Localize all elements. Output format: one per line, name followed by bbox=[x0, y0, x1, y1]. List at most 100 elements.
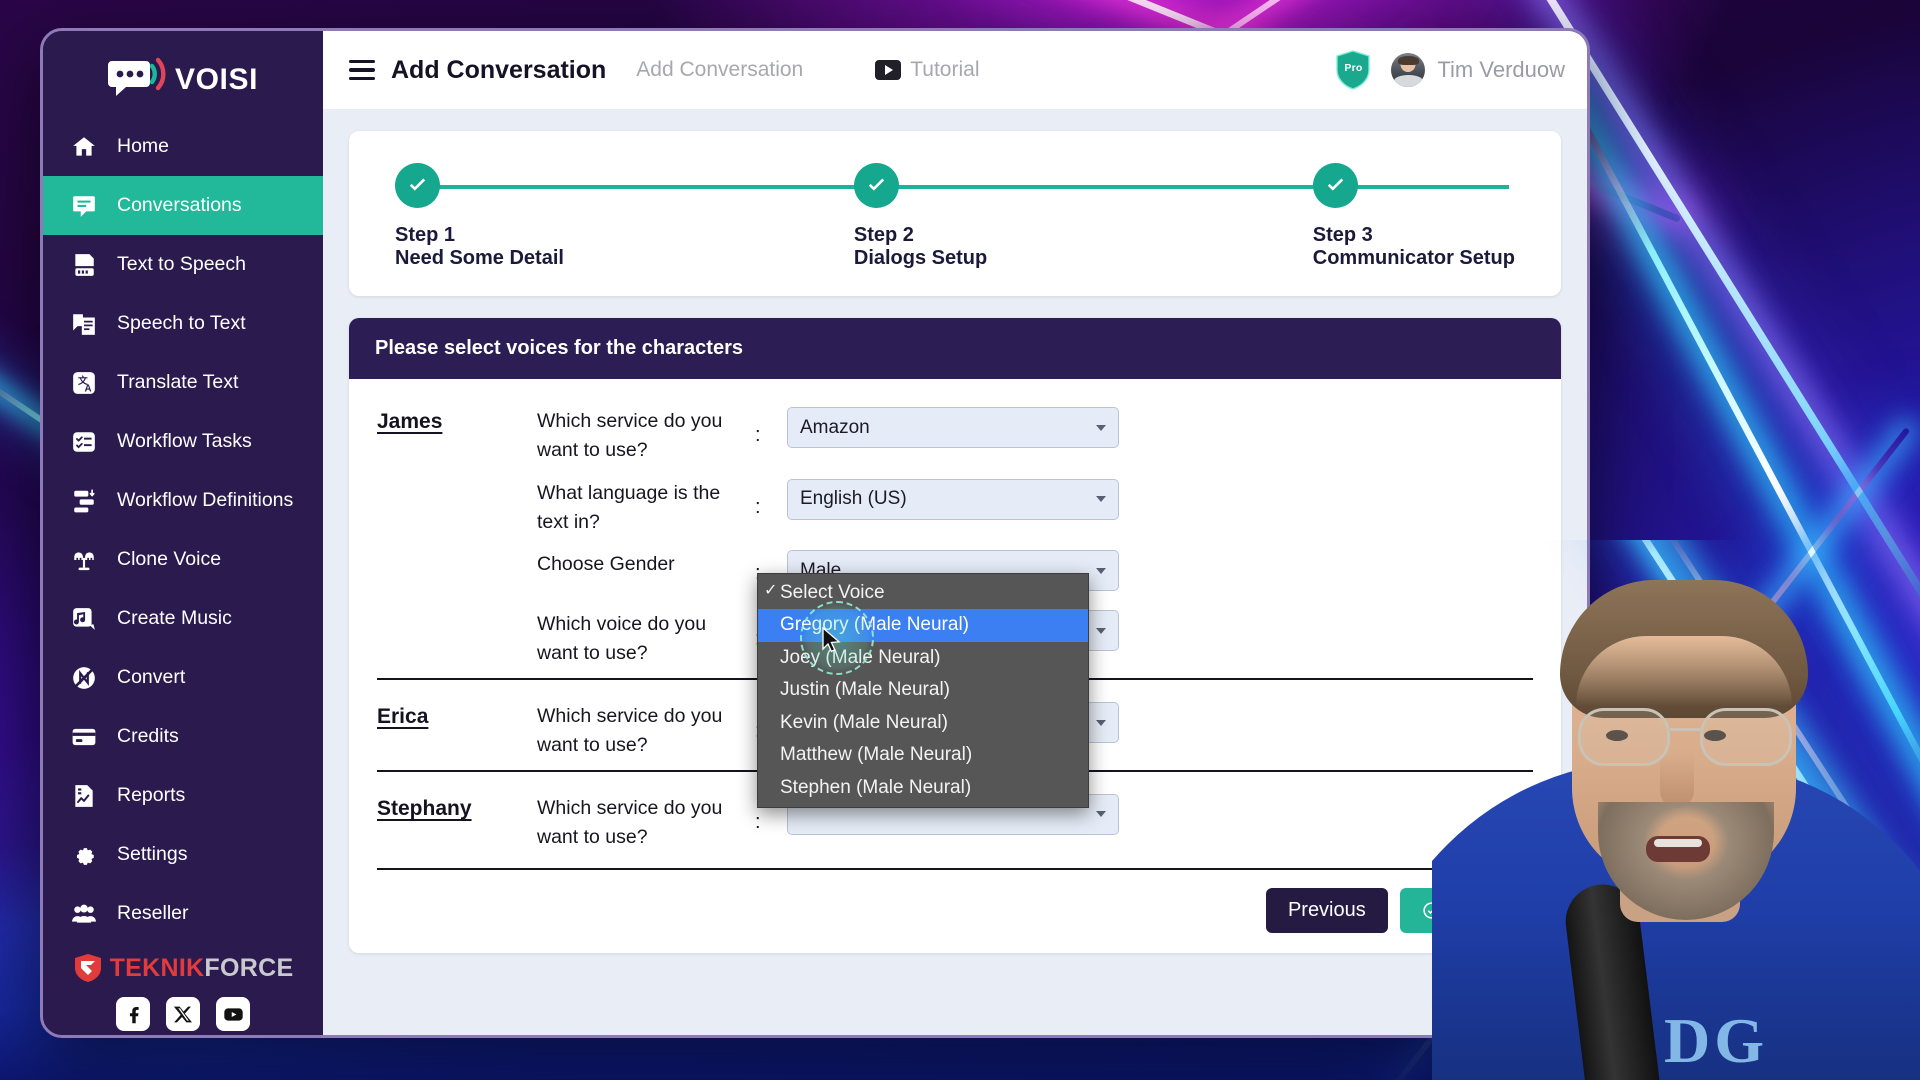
chevron-down-icon bbox=[1096, 719, 1106, 726]
step-title: Communicator Setup bbox=[1312, 247, 1515, 269]
field-colon: : bbox=[755, 496, 761, 519]
topbar-right: Pro Tim Verduow bbox=[1335, 50, 1565, 90]
user-menu[interactable]: Tim Verduow bbox=[1391, 53, 1565, 87]
sidebar-item-label: Text to Speech bbox=[117, 253, 246, 275]
content-scroll-area: Step 1 Need Some Detail Step 2 Dialogs S… bbox=[323, 109, 1587, 1035]
select-value: English (US) bbox=[800, 488, 907, 510]
language-select-james[interactable]: English (US) bbox=[787, 478, 1119, 520]
sidebar-item-workflow-definitions[interactable]: Workflow Definitions bbox=[43, 471, 323, 530]
service-select-james[interactable]: Amazon bbox=[787, 407, 1119, 448]
sidebar-item-label: Conversations bbox=[117, 194, 242, 216]
character-name: Stephany bbox=[377, 796, 472, 820]
card-footer: Previous Submit bbox=[377, 867, 1533, 953]
sidebar-item-speech-to-text[interactable]: Speech to Text bbox=[43, 294, 323, 353]
tutorial-link[interactable]: Tutorial bbox=[875, 58, 979, 82]
check-icon bbox=[853, 163, 899, 208]
card-heading: Please select voices for the characters bbox=[349, 318, 1561, 379]
previous-button[interactable]: Previous bbox=[1265, 887, 1388, 933]
stepper-step-2[interactable]: Step 2 Dialogs Setup bbox=[853, 163, 1313, 270]
report-document-icon bbox=[71, 783, 97, 809]
sidebar-item-label: Workflow Tasks bbox=[117, 430, 252, 452]
submit-button[interactable]: Submit bbox=[1399, 887, 1533, 933]
pro-badge-label: Pro bbox=[1344, 62, 1363, 74]
sidebar-item-reports[interactable]: Reports bbox=[43, 766, 323, 825]
avatar bbox=[1391, 53, 1426, 87]
screen-root: VOISI Home Conversations Text to Speech … bbox=[0, 0, 1920, 1080]
clone-voice-icon bbox=[71, 547, 97, 573]
sidebar-item-label: Reseller bbox=[117, 902, 189, 924]
youtube-icon[interactable] bbox=[216, 997, 250, 1031]
field-label: What language is the text in? bbox=[537, 481, 721, 533]
convert-icon bbox=[71, 665, 97, 691]
sidebar-item-workflow-tasks[interactable]: Workflow Tasks bbox=[43, 412, 323, 471]
teknikforce-badge-icon bbox=[73, 953, 103, 983]
voice-option[interactable]: Kevin (Male Neural) bbox=[758, 707, 1088, 739]
field-label: Which voice do you want to use? bbox=[537, 613, 707, 665]
pro-badge[interactable]: Pro bbox=[1335, 50, 1371, 90]
voice-option[interactable]: Matthew (Male Neural) bbox=[758, 739, 1088, 771]
chevron-down-icon bbox=[1096, 567, 1106, 574]
voice-option[interactable]: Joey (Male Neural) bbox=[758, 642, 1088, 674]
social-links bbox=[43, 997, 323, 1031]
sidebar-item-conversations[interactable]: Conversations bbox=[43, 176, 323, 235]
x-twitter-icon[interactable] bbox=[166, 997, 200, 1031]
workflow-definitions-icon bbox=[71, 488, 97, 514]
sidebar-item-label: Credits bbox=[117, 725, 179, 747]
sidebar-item-label: Home bbox=[117, 135, 170, 157]
video-play-icon bbox=[875, 60, 902, 80]
chat-bubble-icon bbox=[71, 193, 97, 219]
teknikforce-wordmark: TEKNIKFORCE bbox=[110, 954, 294, 983]
voice-option[interactable]: Gregory (Male Neural) bbox=[758, 609, 1088, 642]
sidebar-item-label: Settings bbox=[117, 843, 188, 865]
sidebar-item-label: Clone Voice bbox=[117, 548, 222, 570]
chevron-down-icon bbox=[1096, 627, 1106, 634]
sidebar-item-translate-text[interactable]: 文A Translate Text bbox=[43, 353, 323, 412]
translate-icon: 文A bbox=[71, 370, 97, 396]
sidebar-item-label: Workflow Definitions bbox=[117, 489, 294, 511]
step-number: Step 1 bbox=[395, 224, 456, 246]
field-service: Which service do you want to use? : Amaz… bbox=[537, 407, 1533, 465]
sidebar-item-credits[interactable]: Credits bbox=[43, 707, 323, 766]
facebook-icon[interactable] bbox=[116, 997, 150, 1031]
stepper: Step 1 Need Some Detail Step 2 Dialogs S… bbox=[349, 131, 1561, 296]
stepper-step-1[interactable]: Step 1 Need Some Detail bbox=[395, 163, 854, 270]
breadcrumb: Add Conversation bbox=[636, 58, 804, 81]
voice-option[interactable]: Stephen (Male Neural) bbox=[758, 772, 1088, 804]
character-name: Erica bbox=[377, 705, 429, 729]
app-window: VOISI Home Conversations Text to Speech … bbox=[40, 28, 1590, 1038]
brand-logo[interactable]: VOISI bbox=[43, 57, 323, 103]
chevron-down-icon bbox=[1096, 811, 1106, 818]
submit-button-label: Submit bbox=[1448, 898, 1511, 921]
sidebar-item-text-to-speech[interactable]: Text to Speech bbox=[43, 235, 323, 294]
field-label: Which service do you want to use? bbox=[537, 705, 723, 757]
gear-icon bbox=[71, 842, 97, 868]
stepper-step-3[interactable]: Step 3 Communicator Setup bbox=[1312, 163, 1515, 270]
sidebar-footer: TEKNIKFORCE bbox=[43, 949, 323, 1035]
sidebar-item-convert[interactable]: Convert bbox=[43, 648, 323, 707]
teknikforce-logo-part1: TEKNIK bbox=[109, 953, 205, 982]
chevron-down-icon bbox=[1096, 496, 1106, 503]
sidebar-item-settings[interactable]: Settings bbox=[43, 825, 323, 884]
sidebar-item-clone-voice[interactable]: Clone Voice bbox=[43, 530, 323, 589]
svg-text:A: A bbox=[85, 383, 92, 394]
music-note-icon bbox=[71, 606, 97, 632]
step-number: Step 2 bbox=[853, 224, 914, 246]
check-icon bbox=[395, 163, 440, 208]
teknikforce-logo-part2: FORCE bbox=[204, 953, 294, 982]
voice-option[interactable]: Justin (Male Neural) bbox=[758, 674, 1088, 706]
sidebar-item-home[interactable]: Home bbox=[43, 117, 323, 176]
workflow-tasks-icon bbox=[71, 429, 97, 455]
hamburger-menu-icon[interactable] bbox=[349, 60, 375, 80]
voice-dropdown-list[interactable]: Select Voice Gregory (Male Neural) Joey … bbox=[757, 573, 1089, 809]
chevron-down-icon bbox=[1096, 424, 1106, 431]
character-name: James bbox=[377, 410, 443, 433]
user-name: Tim Verduow bbox=[1437, 57, 1565, 82]
voice-option[interactable]: Select Voice bbox=[758, 577, 1088, 609]
step-title: Dialogs Setup bbox=[853, 247, 988, 269]
home-icon bbox=[71, 134, 97, 160]
sidebar-item-create-music[interactable]: Create Music bbox=[43, 589, 323, 648]
field-colon: : bbox=[755, 811, 761, 834]
sidebar-item-reseller[interactable]: Reseller bbox=[43, 884, 323, 943]
voisi-logo-icon bbox=[107, 57, 166, 103]
sidebar-item-label: Translate Text bbox=[117, 371, 239, 393]
